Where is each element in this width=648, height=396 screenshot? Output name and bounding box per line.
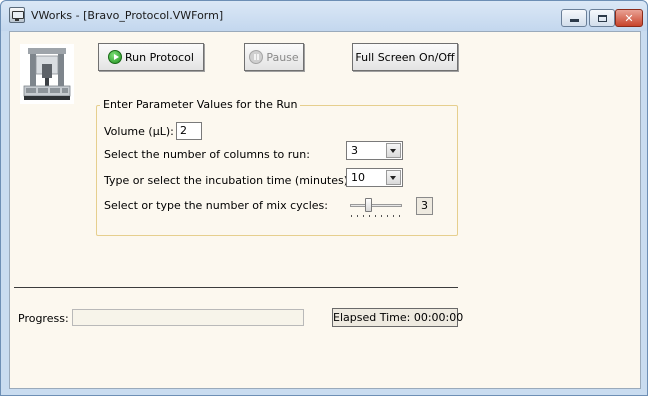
slider-tick [357, 215, 358, 217]
close-icon: ✕ [624, 11, 634, 25]
pause-icon [249, 50, 264, 64]
progress-bar [72, 309, 304, 326]
full-screen-label: Full Screen On/Off [355, 50, 455, 64]
maximize-button[interactable] [589, 9, 615, 27]
minimize-icon [569, 19, 579, 22]
slider-tick [363, 215, 364, 217]
mix-cycles-value: 3 [416, 197, 433, 215]
slider-tick [393, 215, 394, 217]
minimize-button[interactable] [561, 9, 587, 27]
columns-select[interactable]: 3 [346, 141, 403, 160]
pause-label: Pause [266, 50, 299, 64]
pause-button[interactable]: Pause [244, 43, 304, 71]
app-icon[interactable] [9, 7, 25, 23]
elapsed-time: Elapsed Time: 00:00:00 [332, 308, 463, 327]
columns-select-value: 3 [351, 144, 358, 157]
run-protocol-button[interactable]: Run Protocol [98, 43, 204, 71]
slider-tick [381, 215, 382, 217]
maximize-icon [597, 14, 607, 22]
bravo-robot-image [20, 44, 74, 104]
progress-label: Progress: [18, 312, 69, 325]
full-screen-toggle-button[interactable]: Full Screen On/Off [352, 43, 458, 71]
slider-track[interactable] [350, 204, 402, 207]
run-protocol-label: Run Protocol [125, 50, 194, 64]
incubation-select[interactable]: 10 [346, 168, 403, 187]
divider [14, 287, 458, 288]
slider-tick [399, 215, 400, 217]
volume-label: Volume (µL): [104, 125, 174, 138]
volume-input[interactable]: 2 [176, 122, 202, 140]
slider-thumb[interactable] [364, 198, 372, 212]
slider-tick [369, 215, 370, 217]
incubation-label: Type or select the incubation time (minu… [104, 174, 352, 187]
chevron-down-icon[interactable] [386, 170, 401, 185]
play-icon [108, 50, 123, 64]
slider-tick [351, 215, 352, 217]
form-area: Run Protocol Pause Full Screen On/Off En… [9, 31, 641, 389]
columns-label: Select the number of columns to run: [104, 148, 310, 161]
parameter-group-title: Enter Parameter Values for the Run [100, 98, 301, 111]
mix-cycles-label: Select or type the number of mix cycles: [104, 199, 328, 212]
incubation-select-value: 10 [351, 171, 365, 184]
mix-cycles-slider[interactable] [348, 197, 406, 217]
slider-tick [375, 215, 376, 217]
title-bar[interactable]: VWorks - [Bravo_Protocol.VWForm] ✕ [1, 1, 647, 31]
application-window: VWorks - [Bravo_Protocol.VWForm] ✕ Run P… [0, 0, 648, 396]
slider-tick [387, 215, 388, 217]
window-title: VWorks - [Bravo_Protocol.VWForm] [31, 9, 224, 22]
chevron-down-icon[interactable] [386, 143, 401, 158]
close-button[interactable]: ✕ [615, 9, 643, 27]
